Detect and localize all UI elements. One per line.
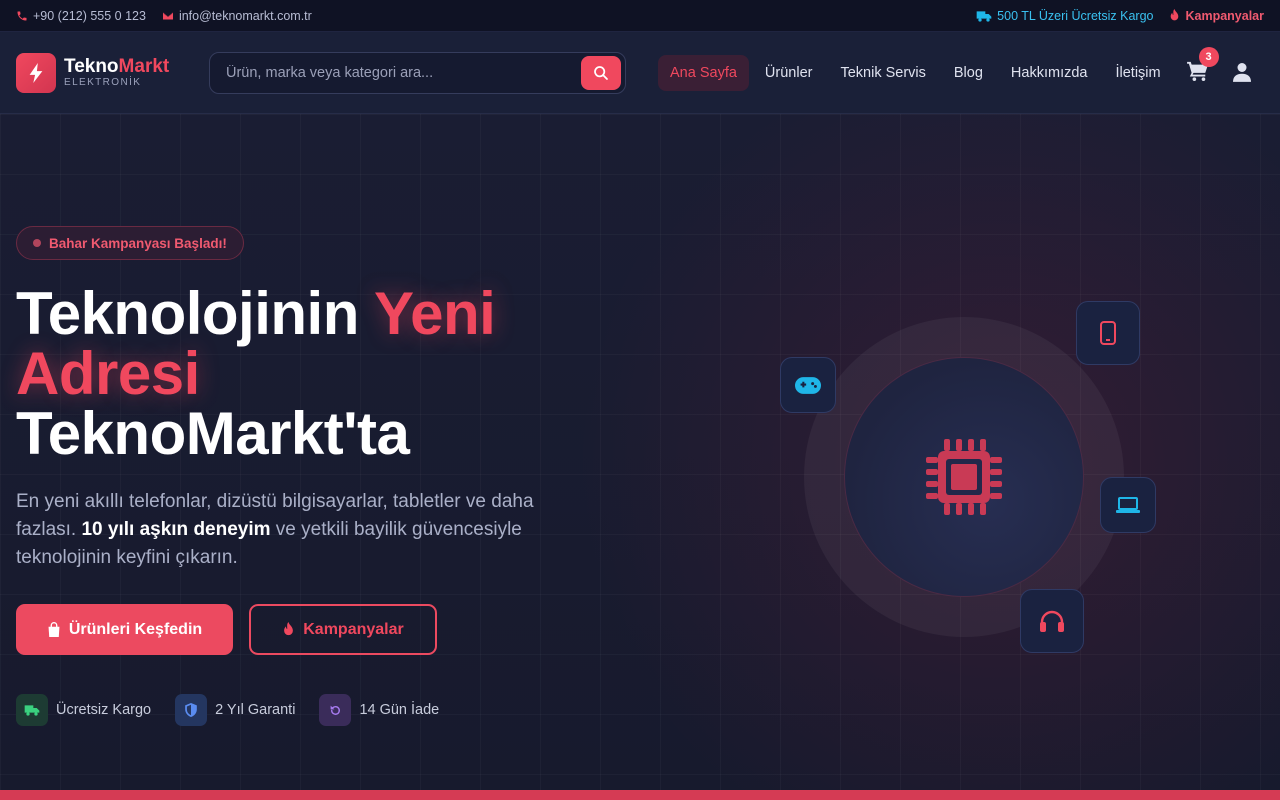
feature-return: 14 Gün İade (319, 694, 439, 726)
feature-label: 14 Gün İade (359, 702, 440, 718)
hero-section: Bahar Kampanyası Başladı! Teknolojinin Y… (0, 114, 1280, 790)
feature-label: Ücretsiz Kargo (56, 702, 152, 718)
topbar-campaigns-link[interactable]: Kampanyalar (1169, 9, 1264, 23)
truck-icon (976, 10, 992, 22)
truck-icon (16, 694, 48, 726)
logo-subtitle: ELEKTRONİK (64, 76, 142, 88)
bottom-accent-strip (0, 790, 1280, 800)
gamepad-tile (780, 357, 836, 413)
explore-products-label: Ürünleri Keşfedin (68, 620, 203, 638)
explore-products-button[interactable]: Ürünleri Keşfedin (16, 604, 233, 655)
campaigns-text: Kampanyalar (1185, 8, 1264, 23)
hero-title-part1: Teknolojinin (16, 280, 374, 347)
headphones-tile (1020, 589, 1084, 653)
fire-icon (1171, 9, 1179, 21)
cpu-chip-icon (926, 439, 1002, 515)
shopping-bag-icon (48, 622, 60, 637)
free-shipping-link[interactable]: 500 TL Üzeri Ücretsiz Kargo (976, 9, 1153, 23)
search-icon (594, 65, 608, 80)
campaign-badge-text: Bahar Kampanyası Başladı! (49, 235, 227, 251)
envelope-icon (162, 12, 173, 19)
logo-wordmark: TeknoMarkt (64, 55, 170, 77)
laptop-tile (1100, 477, 1156, 533)
site-logo[interactable]: TeknoMarkt ELEKTRONİK (16, 52, 209, 93)
cart-button[interactable]: 3 (1186, 46, 1219, 85)
search-button[interactable] (581, 55, 621, 90)
feature-list: Ücretsiz Kargo 2 Yıl Garanti 14 Gün İade (16, 694, 439, 726)
phone-link[interactable]: +90 (212) 555 0 123 (16, 9, 146, 23)
undo-icon (319, 694, 352, 726)
logo-main: Tekno (64, 55, 119, 77)
campaigns-button[interactable]: Kampanyalar (249, 604, 437, 655)
logo-text: TeknoMarkt ELEKTRONİK (64, 55, 170, 89)
headphones-icon (1040, 610, 1064, 632)
main-nav: Ana Sayfa Ürünler Teknik Servis Blog Hak… (658, 54, 1173, 91)
cart-count-badge: 3 (1198, 46, 1219, 67)
feature-warranty: 2 Yıl Garanti (175, 694, 295, 726)
user-icon (1232, 62, 1251, 82)
badge-dot (33, 239, 41, 247)
main-header: TeknoMarkt ELEKTRONİK Ana Sayfa Ürünler … (0, 32, 1280, 114)
laptop-icon (1116, 497, 1140, 513)
gamepad-icon (795, 376, 821, 394)
nav-about[interactable]: Hakkımızda (999, 55, 1100, 91)
hero-title: Teknolojinin Yeni Adresi TeknoMarkt'ta (16, 284, 576, 464)
smartphone-icon (1100, 321, 1116, 345)
fire-icon (284, 622, 294, 636)
search-bar (209, 51, 626, 94)
free-shipping-text: 500 TL Üzeri Ücretsiz Kargo (997, 8, 1154, 23)
contact-info: +90 (212) 555 0 123 info@teknomarkt.com.… (16, 9, 312, 23)
nav-contact[interactable]: İletişim (1103, 55, 1172, 91)
shield-icon (175, 694, 208, 726)
phone-tile (1076, 301, 1140, 365)
campaign-badge: Bahar Kampanyası Başladı! (16, 226, 244, 260)
nav-home[interactable]: Ana Sayfa (658, 54, 749, 91)
nav-blog[interactable]: Blog (942, 55, 995, 91)
nav-technical-service[interactable]: Teknik Servis (828, 55, 937, 91)
hero-subtitle-bold: 10 yılı aşkın deneyim (81, 519, 271, 540)
phone-icon (17, 11, 27, 20)
logo-accent: Markt (118, 55, 170, 77)
campaigns-button-label: Kampanyalar (303, 620, 404, 638)
email-address: info@teknomarkt.com.tr (178, 8, 312, 23)
top-bar: +90 (212) 555 0 123 info@teknomarkt.com.… (0, 0, 1280, 32)
hero-title-part2: TeknoMarkt'ta (16, 400, 410, 467)
account-button[interactable] (1232, 62, 1253, 84)
hero-subtitle: En yeni akıllı telefonlar, dizüstü bilgi… (16, 488, 536, 572)
phone-number: +90 (212) 555 0 123 (33, 8, 146, 23)
search-input[interactable] (226, 64, 566, 81)
feature-label: 2 Yıl Garanti (215, 702, 296, 718)
nav-products[interactable]: Ürünler (753, 55, 825, 91)
email-link[interactable]: info@teknomarkt.com.tr (162, 9, 312, 23)
topbar-right: 500 TL Üzeri Ücretsiz Kargo Kampanyalar (976, 9, 1264, 23)
feature-free-shipping: Ücretsiz Kargo (16, 694, 151, 726)
lightning-icon (16, 52, 56, 93)
